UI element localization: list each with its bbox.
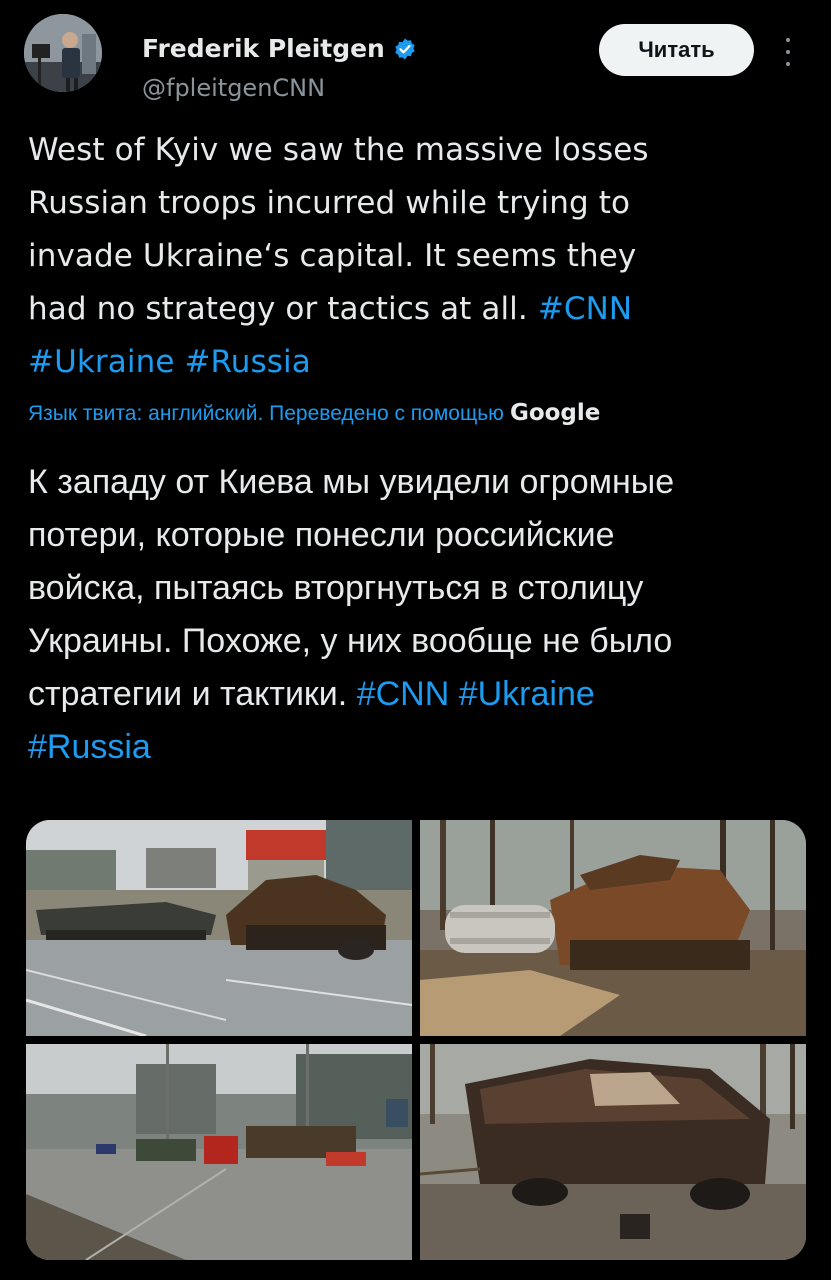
translated-line: Украины. Похоже, у них вообще не было [28,622,673,660]
author-name[interactable]: Frederik Pleitgen [142,34,385,63]
tweet-line: West of Kyiv we saw the massive losses [28,124,798,177]
author-handle[interactable]: @fpleitgenCNN [142,74,325,102]
tweet-line: #Ukraine #Russia [28,336,798,389]
tweet-line-text: invade Ukraine‘s capital. It seems they [28,238,637,274]
tweet-text: West of Kyiv we saw the massive losses R… [28,124,798,389]
photo-highway-wrecked-vehicles[interactable] [26,1044,412,1260]
hashtag-link[interactable]: #Ukraine #Russia [28,344,311,380]
translated-line: К западу от Киева мы увидели огромные [28,463,675,501]
translated-line: #Russia [28,721,808,774]
hashtag-link[interactable]: #CNN #Ukraine [357,675,595,713]
google-logo: Google [509,400,601,426]
media-grid [26,820,806,1260]
avatar-photo [24,14,102,92]
translated-line: стратегии и тактики. #CNN #Ukraine [28,668,808,721]
translation-note[interactable]: Язык твита: английский. Переведено с пом… [28,400,818,426]
tweet-line-text: West of Kyiv we saw the massive losses [28,132,649,168]
translated-line: потери, которые понесли российские [28,516,615,554]
dot-icon [786,50,790,54]
avatar[interactable] [24,14,102,92]
more-vertical-icon[interactable] [776,38,800,66]
dot-icon [786,38,790,42]
verified-badge-icon [393,37,417,61]
tweet-line: Russian troops incurred while trying to [28,177,798,230]
follow-button[interactable]: Читать [599,24,754,76]
photo-road-destroyed-tanks[interactable] [26,820,412,1036]
photo-burnt-armored-car[interactable] [420,1044,806,1260]
tweet-line: invade Ukraine‘s capital. It seems they [28,230,798,283]
photo-forest-burnt-tank[interactable] [420,820,806,1036]
translated-text: К западу от Киева мы увидели огромные по… [28,456,808,774]
tweet-line-text: had no strategy or tactics at all. [28,291,538,327]
tweet-line: had no strategy or tactics at all. #CNN [28,283,798,336]
author-name-row[interactable]: Frederik Pleitgen [142,34,417,63]
dot-icon [786,62,790,66]
hashtag-link[interactable]: #Russia [28,728,151,766]
translated-line-text: стратегии и тактики. [28,675,357,713]
tweet-header: Frederik Pleitgen @fpleitgenCNN Читать [24,14,807,104]
tweet-line-text: Russian troops incurred while trying to [28,185,631,221]
translated-line: войска, пытаясь вторгнуться в столицу [28,569,644,607]
hashtag-link[interactable]: #CNN [538,291,632,327]
translation-note-text: Язык твита: английский. Переведено с пом… [28,402,504,425]
